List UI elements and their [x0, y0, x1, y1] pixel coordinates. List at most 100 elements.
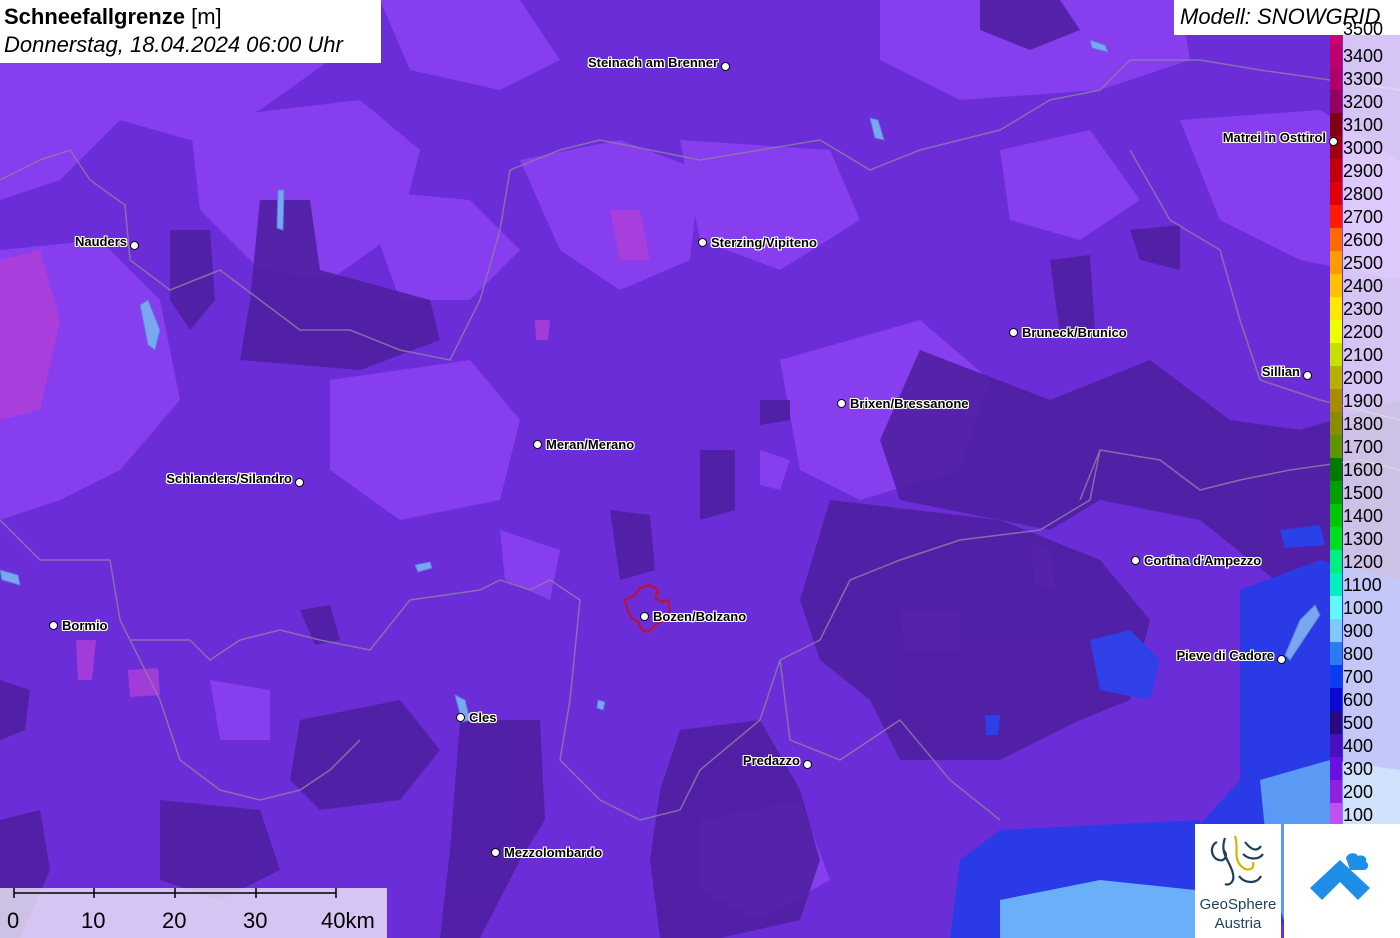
legend-label: 900: [1343, 621, 1374, 641]
legend-row-2700: 2700: [1328, 205, 1400, 228]
legend-row-1500: 1500: [1328, 481, 1400, 504]
forecast-datetime: Donnerstag, 18.04.2024 06:00 Uhr: [4, 32, 343, 57]
legend-row-1300: 1300: [1328, 527, 1400, 550]
legend-swatch: [1330, 734, 1342, 757]
geosphere-austria-logo[interactable]: GeoSphere Austria: [1195, 824, 1281, 938]
legend-label: 1800: [1343, 414, 1384, 434]
legend-label: 600: [1343, 690, 1374, 710]
city-label: Sterzing/Vipiteno: [711, 235, 817, 250]
legend-row-2600: 2600: [1328, 228, 1400, 251]
geosphere-swirl-icon: [1210, 835, 1264, 886]
legend-label: 3100: [1343, 115, 1384, 135]
legend-label: 2500: [1343, 253, 1384, 273]
legend-swatch: [1330, 573, 1342, 596]
city-label: Steinach am Brenner: [587, 55, 718, 70]
legend-swatch: [1330, 550, 1342, 573]
city-dot-icon: [640, 612, 649, 621]
snow-mountain-icon: [1310, 853, 1370, 900]
scale-tick-30: 30: [243, 908, 268, 933]
legend-swatch: [1330, 780, 1342, 803]
legend-row-2300: 2300: [1328, 297, 1400, 320]
legend-swatch: [1330, 757, 1342, 780]
legend-swatch: [1330, 435, 1342, 458]
city-dot-icon: [295, 478, 304, 487]
legend-top-label: 3500: [1343, 19, 1384, 39]
city-label: Schlanders/Silandro: [166, 471, 292, 486]
city-dot-icon: [1303, 371, 1312, 380]
map-title: Schneefallgrenze [m]: [4, 3, 381, 31]
legend-swatch: [1330, 297, 1342, 320]
legend-label: 500: [1343, 713, 1374, 733]
legend-swatch: [1330, 343, 1342, 366]
legend-label: 3400: [1343, 46, 1384, 66]
legend-row-200: 200: [1328, 780, 1400, 803]
legend-row-1400: 1400: [1328, 504, 1400, 527]
legend-label: 1900: [1343, 391, 1384, 411]
geosphere-logo-line1: GeoSphere: [1199, 896, 1277, 913]
legend-row-500: 500: [1328, 711, 1400, 734]
scale-bar: 0 10 20 30 40km: [0, 888, 387, 938]
city-label: Meran/Merano: [546, 437, 635, 452]
legend-top-row: 3500: [1328, 19, 1400, 49]
legend-swatch: [1330, 665, 1342, 688]
map-title-box: Schneefallgrenze [m] Donnerstag, 18.04.2…: [0, 0, 381, 63]
legend-swatch: [1330, 320, 1342, 343]
legend-label: 200: [1343, 782, 1374, 802]
legend-swatch: [1330, 44, 1342, 67]
legend-swatch: [1330, 251, 1342, 274]
city-dot-icon: [837, 399, 846, 408]
legend-label: 700: [1343, 667, 1374, 687]
city-label: Matrei in Osttirol: [1222, 130, 1326, 145]
legend-swatch: [1330, 481, 1342, 504]
snowgrid-logo[interactable]: [1284, 824, 1400, 938]
scale-tick-20: 20: [162, 908, 187, 933]
legend-label: 2200: [1343, 322, 1384, 342]
legend-label: 2600: [1343, 230, 1384, 250]
legend-row-1600: 1600: [1328, 458, 1400, 481]
city-dot-icon: [1329, 137, 1338, 146]
legend-label: 1200: [1343, 552, 1384, 572]
city-label: Sillian: [1261, 364, 1300, 379]
legend-label: 2900: [1343, 161, 1384, 181]
legend-row-2000: 2000: [1328, 366, 1400, 389]
snowline-map[interactable]: [0, 0, 1400, 938]
legend-label: 1500: [1343, 483, 1384, 503]
legend-row-1900: 1900: [1328, 389, 1400, 412]
legend-label: 1600: [1343, 460, 1384, 480]
parameter-unit: [m]: [191, 4, 222, 29]
legend-row-3000: 3000: [1328, 136, 1400, 159]
city-label: Predazzo: [742, 753, 800, 768]
legend-swatch: [1330, 159, 1342, 182]
legend-label: 2100: [1343, 345, 1384, 365]
legend-label: 3000: [1343, 138, 1384, 158]
legend-row-300: 300: [1328, 757, 1400, 780]
legend-row-400: 400: [1328, 734, 1400, 757]
legend-label: 2800: [1343, 184, 1384, 204]
legend-label: 3300: [1343, 69, 1384, 89]
legend-row-2200: 2200: [1328, 320, 1400, 343]
city-dot-icon: [533, 440, 542, 449]
legend-swatch: [1330, 90, 1342, 113]
legend-label: 300: [1343, 759, 1374, 779]
city-dot-icon: [803, 760, 812, 769]
city-label: Mezzolombardo: [504, 845, 603, 860]
city-label: Cles: [469, 710, 497, 725]
legend-swatch: [1330, 274, 1342, 297]
city-dot-icon: [456, 713, 465, 722]
legend-swatch: [1330, 504, 1342, 527]
legend-row-900: 900: [1328, 619, 1400, 642]
legend-row-2100: 2100: [1328, 343, 1400, 366]
city-label: Brixen/Bressanone: [850, 396, 969, 411]
scale-tick-10: 10: [81, 908, 106, 933]
city-label: Bruneck/Brunico: [1022, 325, 1127, 340]
city-label: Nauders: [74, 234, 127, 249]
legend-swatch: [1330, 67, 1342, 90]
legend-swatch: [1330, 182, 1342, 205]
legend-swatch: [1330, 596, 1342, 619]
legend-label: 3200: [1343, 92, 1384, 112]
legend-row-2400: 2400: [1328, 274, 1400, 297]
color-legend: 3500 3400 3300 3200 3100 3000 2900 2800 2700 260…: [1328, 19, 1400, 826]
legend-swatch: [1330, 205, 1342, 228]
legend-swatch: [1330, 366, 1342, 389]
legend-row-2900: 2900: [1328, 159, 1400, 182]
